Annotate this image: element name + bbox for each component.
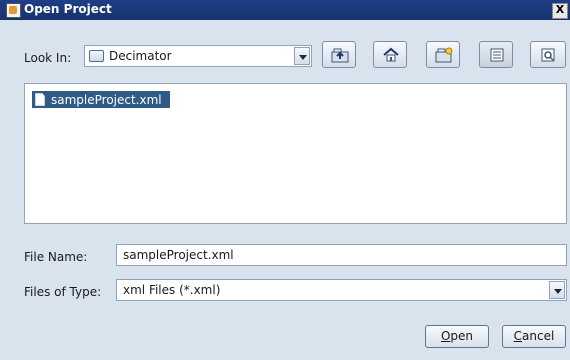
- list-item[interactable]: sampleProject.xml: [32, 91, 170, 108]
- look-in-combo[interactable]: Decimator: [84, 45, 312, 67]
- folder-icon: [89, 50, 104, 62]
- new-folder-button[interactable]: [426, 41, 460, 68]
- look-in-label: Look In:: [24, 51, 72, 65]
- look-in-value: Decimator: [109, 49, 172, 63]
- window-title: Open Project: [24, 2, 112, 16]
- file-list[interactable]: sampleProject.xml: [24, 83, 567, 224]
- close-button[interactable]: X: [552, 3, 568, 19]
- java-icon: [6, 3, 21, 18]
- open-project-dialog: Open Project X Look In: Decimator sample…: [0, 0, 570, 360]
- file-icon: [35, 93, 45, 106]
- file-type-combo[interactable]: xml Files (*.xml): [116, 279, 567, 301]
- list-view-icon: [490, 48, 504, 62]
- chevron-down-icon[interactable]: [549, 281, 565, 299]
- up-folder-icon: [331, 48, 349, 63]
- chevron-down-icon[interactable]: [294, 47, 310, 65]
- details-view-button[interactable]: [530, 41, 566, 68]
- home-icon: [383, 47, 399, 62]
- file-name-label: File Name:: [24, 250, 88, 264]
- cancel-mnemonic: C: [513, 329, 523, 343]
- file-name-input[interactable]: sampleProject.xml: [116, 244, 567, 266]
- new-folder-icon: [435, 47, 453, 63]
- open-button[interactable]: Open: [425, 325, 489, 348]
- up-folder-button[interactable]: [322, 41, 356, 68]
- list-view-button[interactable]: [479, 41, 513, 68]
- open-label-rest: pen: [450, 329, 474, 343]
- file-type-value: xml Files (*.xml): [123, 283, 221, 297]
- cancel-button[interactable]: Cancel: [502, 325, 566, 348]
- home-button[interactable]: [373, 41, 407, 68]
- cancel-label-rest: ancel: [522, 329, 555, 343]
- file-name-text: sampleProject.xml: [51, 93, 162, 107]
- open-mnemonic: O: [440, 329, 451, 343]
- title-bar: Open Project X: [0, 0, 570, 20]
- file-type-label: Files of Type:: [24, 285, 102, 299]
- details-view-icon: [541, 48, 555, 62]
